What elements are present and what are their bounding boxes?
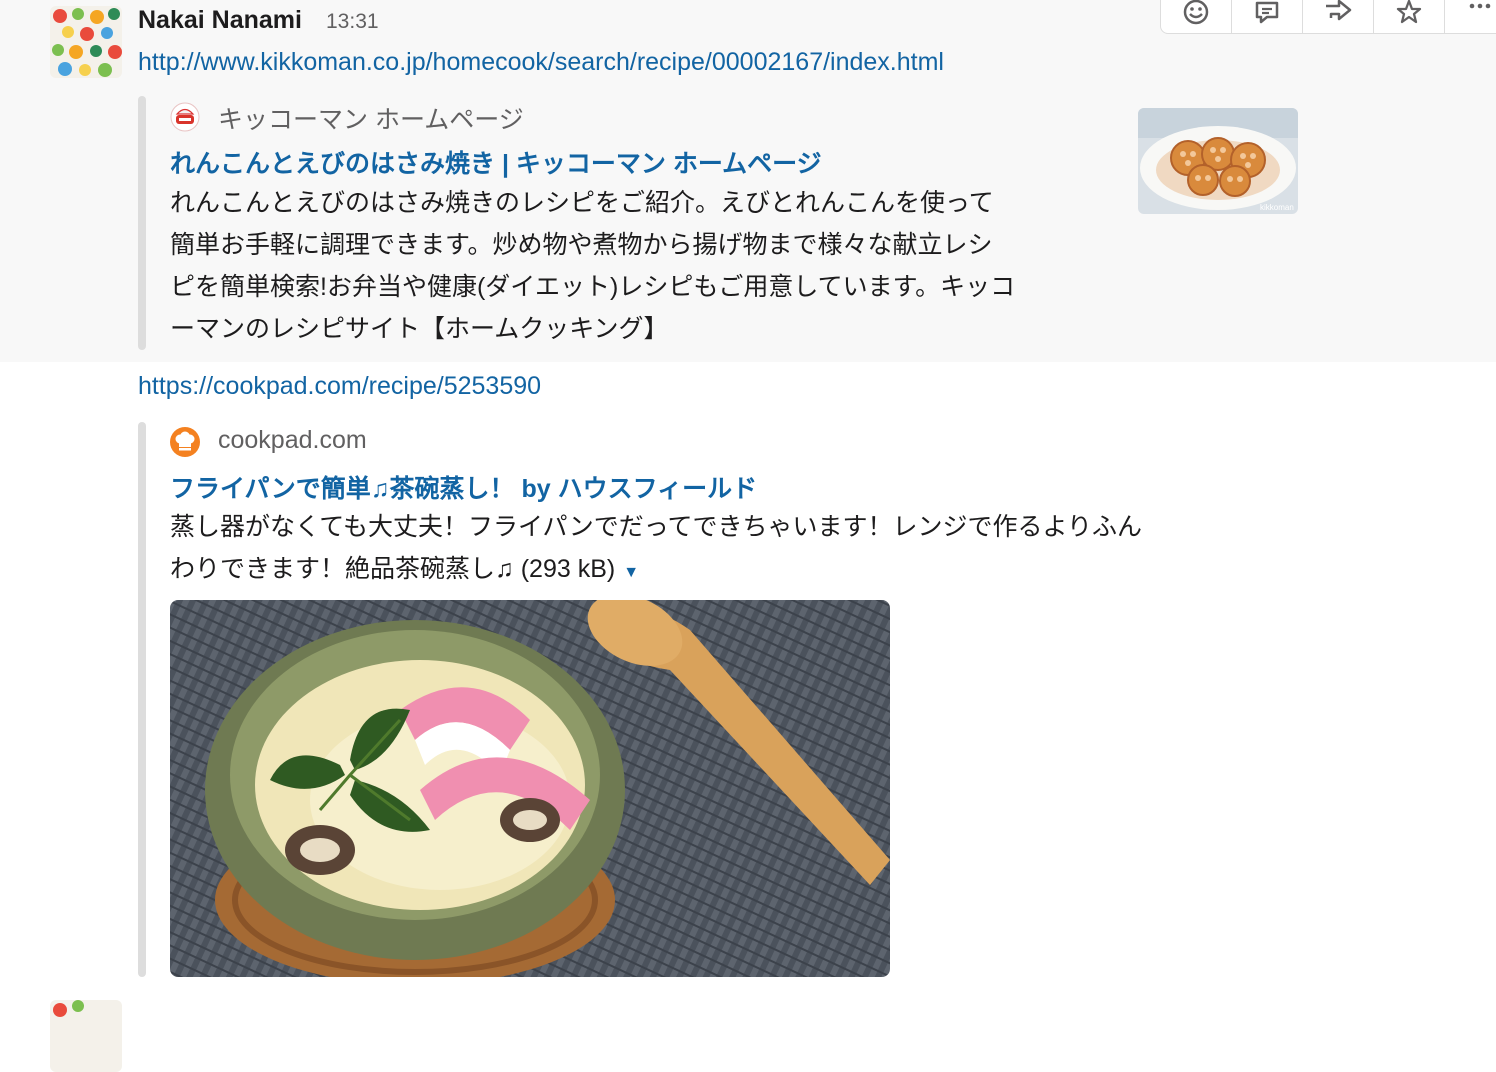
attachment-bar <box>138 422 146 977</box>
more-icon[interactable] <box>1445 0 1496 33</box>
description-line: ーマンのレシピサイト【ホームクッキング】 <box>170 315 669 343</box>
attachment-thumbnail[interactable]: kikkoman <box>1138 108 1298 214</box>
message-link-kikkoman[interactable]: http://www.kikkoman.co.jp/homecook/searc… <box>138 48 944 77</box>
share-icon[interactable] <box>1303 0 1374 33</box>
file-size: (293 kB) <box>520 555 616 583</box>
attachment-service-name: キッコーマン ホームページ <box>218 106 524 134</box>
description-line-with-size: わりできます！絶品茶碗蒸し♫ (293 kB) ▼ <box>170 548 1280 594</box>
thumbnail-watermark: kikkoman <box>1260 203 1294 212</box>
attachment-title-link[interactable]: フライパンで簡単♫茶碗蒸し！ by ハウスフィールド <box>170 469 757 505</box>
avatar[interactable] <box>50 6 122 78</box>
avatar[interactable] <box>50 1000 122 1072</box>
recipe-badge-icon <box>170 102 200 132</box>
description-line: れんこんとえびのはさみ焼きのレシピをご紹介。えびとれんこんを使って <box>170 189 994 217</box>
message-timestamp[interactable]: 13:31 <box>326 10 379 34</box>
emoji-reaction-icon[interactable] <box>1161 0 1232 33</box>
attachment-title-link[interactable]: れんこんとえびのはさみ焼き | キッコーマン ホームページ <box>170 144 822 180</box>
description-line: 蒸し器がなくても大丈夫！フライパンでだってできちゃいます！レンジで作るよりふん <box>170 513 1143 541</box>
attachment-service-name: cookpad.com <box>218 426 367 454</box>
caret-down-icon[interactable]: ▼ <box>623 564 639 581</box>
star-icon[interactable] <box>1374 0 1445 33</box>
description-line: ピを簡単検索!お弁当や健康(ダイエット)レシピもご用意しています。キッコ <box>170 273 1016 301</box>
attachment-image[interactable] <box>170 600 890 977</box>
message-link-cookpad[interactable]: https://cookpad.com/recipe/5253590 <box>138 372 541 401</box>
attachment-description: れんこんとえびのはさみ焼きのレシピをご紹介。えびとれんこんを使って 簡単お手軽に… <box>170 182 1120 350</box>
attachment-description: 蒸し器がなくても大丈夫！フライパンでだってできちゃいます！レンジで作るよりふん … <box>170 506 1280 594</box>
description-line: わりできます！絶品茶碗蒸し♫ <box>170 555 514 583</box>
message-actions-toolbar <box>1160 0 1496 34</box>
attachment-bar <box>138 96 146 350</box>
description-line: 簡単お手軽に調理できます。炒め物や煮物から揚げ物まで様々な献立レシ <box>170 231 993 259</box>
chef-hat-icon <box>170 427 200 457</box>
sender-name[interactable]: Nakai Nanami <box>138 6 302 35</box>
thread-reply-icon[interactable] <box>1232 0 1303 33</box>
